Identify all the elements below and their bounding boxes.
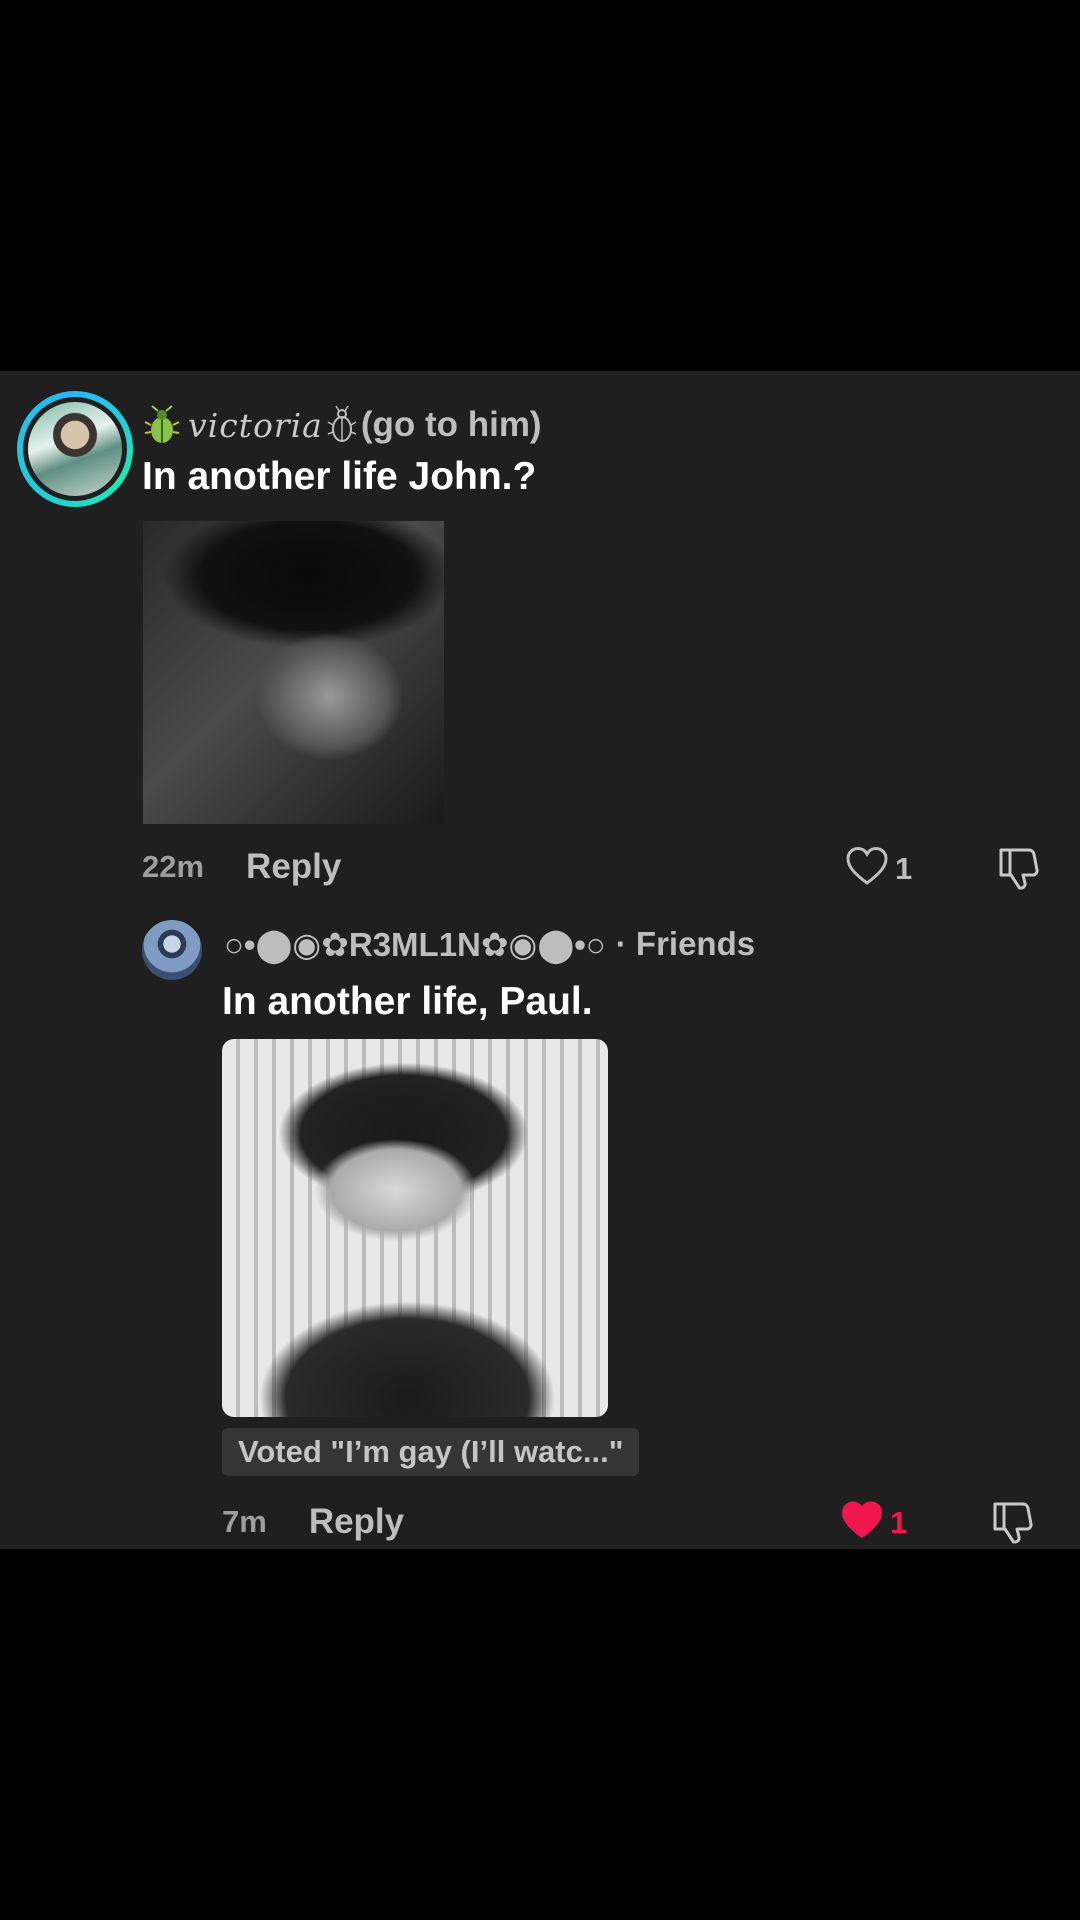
bug-outline-icon	[327, 405, 357, 445]
comment-time: 7m	[222, 1504, 267, 1539]
friends-label: · Friends	[615, 925, 756, 962]
username-script: victoria	[188, 405, 323, 445]
comment-2-meta: 7m Reply	[222, 1500, 404, 1544]
comment-2-like[interactable]: 1	[840, 1500, 907, 1545]
comment-2-username-row: ○•⬤◉✿R3ML1N✿◉⬤•○ · Friends	[224, 921, 755, 967]
vote-badge[interactable]: Voted "I’m gay (I’ll watc..."	[222, 1428, 640, 1476]
heart-outline-icon[interactable]	[845, 846, 889, 891]
comment-1-text: In another life John.?	[142, 455, 537, 498]
reply-avatar[interactable]	[142, 920, 202, 980]
comment-1-image[interactable]	[143, 521, 444, 824]
comment-2-text: In another life, Paul.	[222, 980, 593, 1023]
avatar	[28, 402, 122, 496]
comment-2-image[interactable]	[222, 1039, 608, 1417]
username-suffix: (go to him)	[360, 405, 542, 444]
like-count: 1	[890, 1504, 908, 1540]
dislike-icon[interactable]	[990, 1499, 1036, 1545]
comment-time: 22m	[142, 849, 205, 884]
comment-2-username[interactable]: ○•⬤◉✿R3ML1N✿◉⬤•○	[224, 925, 606, 964]
avatar-story-ring[interactable]	[17, 391, 133, 507]
dislike-icon[interactable]	[996, 845, 1042, 891]
comment-1-like[interactable]: 1	[845, 846, 912, 891]
heart-filled-icon[interactable]	[840, 1500, 884, 1545]
like-count: 1	[895, 850, 913, 886]
beetle-icon	[142, 405, 182, 445]
reply-button[interactable]: Reply	[309, 1502, 404, 1542]
reply-button[interactable]: Reply	[246, 847, 341, 887]
comment-1-meta: 22m Reply	[142, 845, 341, 889]
comment-1-username[interactable]: victoria (go to him)	[142, 403, 542, 447]
